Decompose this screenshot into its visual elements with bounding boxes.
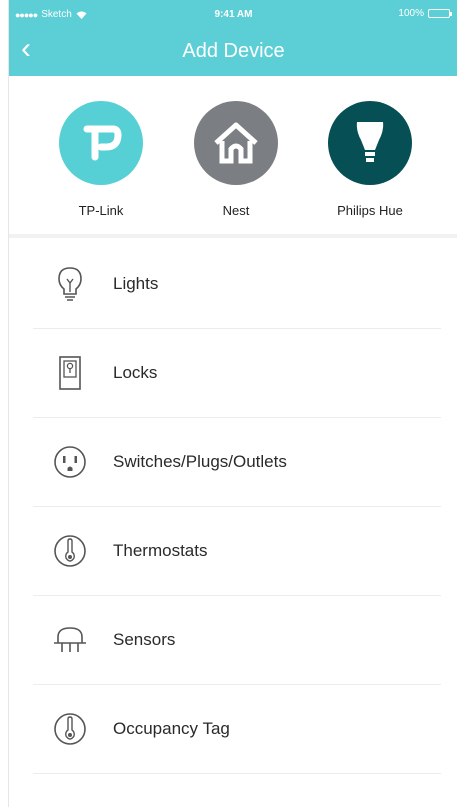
status-bar: ●●●●● Sketch 9:41 AM 100%: [9, 0, 457, 26]
category-label: Thermostats: [113, 541, 208, 560]
tplink-logo-icon: [59, 101, 143, 185]
app-header: ●●●●● Sketch 9:41 AM 100% ‹ Add Device: [9, 0, 457, 76]
status-time: 9:41 AM: [214, 9, 253, 20]
category-label: Lights: [113, 274, 159, 293]
brand-label: Nest: [222, 203, 250, 218]
hue-bulb-icon: [328, 101, 412, 185]
battery-percent: 100%: [398, 8, 424, 19]
category-lights[interactable]: Lights: [33, 240, 441, 329]
category-locks[interactable]: Locks: [33, 329, 441, 418]
brand-tplink-button[interactable]: TP-Link: [53, 101, 149, 218]
nav-bar: ‹ Add Device: [9, 26, 457, 76]
lock-icon: [50, 353, 90, 393]
brand-label: TP-Link: [78, 203, 124, 218]
nest-home-icon: [194, 101, 278, 185]
brand-label: Philips Hue: [337, 203, 403, 218]
category-sensors[interactable]: Sensors: [33, 596, 441, 685]
brand-nest-button[interactable]: Nest: [188, 101, 284, 218]
category-label: Sensors: [113, 630, 176, 649]
category-occupancy-tag[interactable]: Occupancy Tag: [33, 685, 441, 774]
page-title: Add Device: [182, 40, 285, 62]
category-label: Switches/Plugs/Outlets: [113, 452, 287, 471]
thermostat-icon: [50, 531, 90, 571]
occupancy-tag-icon: [50, 709, 90, 749]
device-category-list: Lights Locks Switches/Plugs/Outlets Ther…: [33, 240, 441, 774]
category-label: Occupancy Tag: [113, 719, 230, 738]
sensor-icon: [50, 620, 90, 660]
app-screen: ●●●●● Sketch 9:41 AM 100% ‹ Add Device T…: [8, 0, 457, 807]
category-thermostats[interactable]: Thermostats: [33, 507, 441, 596]
battery-group: 100%: [398, 8, 452, 19]
brand-philips-hue-button[interactable]: Philips Hue: [322, 101, 418, 218]
category-switches-plugs-outlets[interactable]: Switches/Plugs/Outlets: [33, 418, 441, 507]
category-label: Locks: [113, 363, 158, 382]
outlet-icon: [50, 442, 90, 482]
brand-shortcuts: TP-Link Nest Philips Hue: [9, 76, 457, 238]
battery-icon: [428, 9, 452, 18]
bulb-icon: [50, 264, 90, 304]
